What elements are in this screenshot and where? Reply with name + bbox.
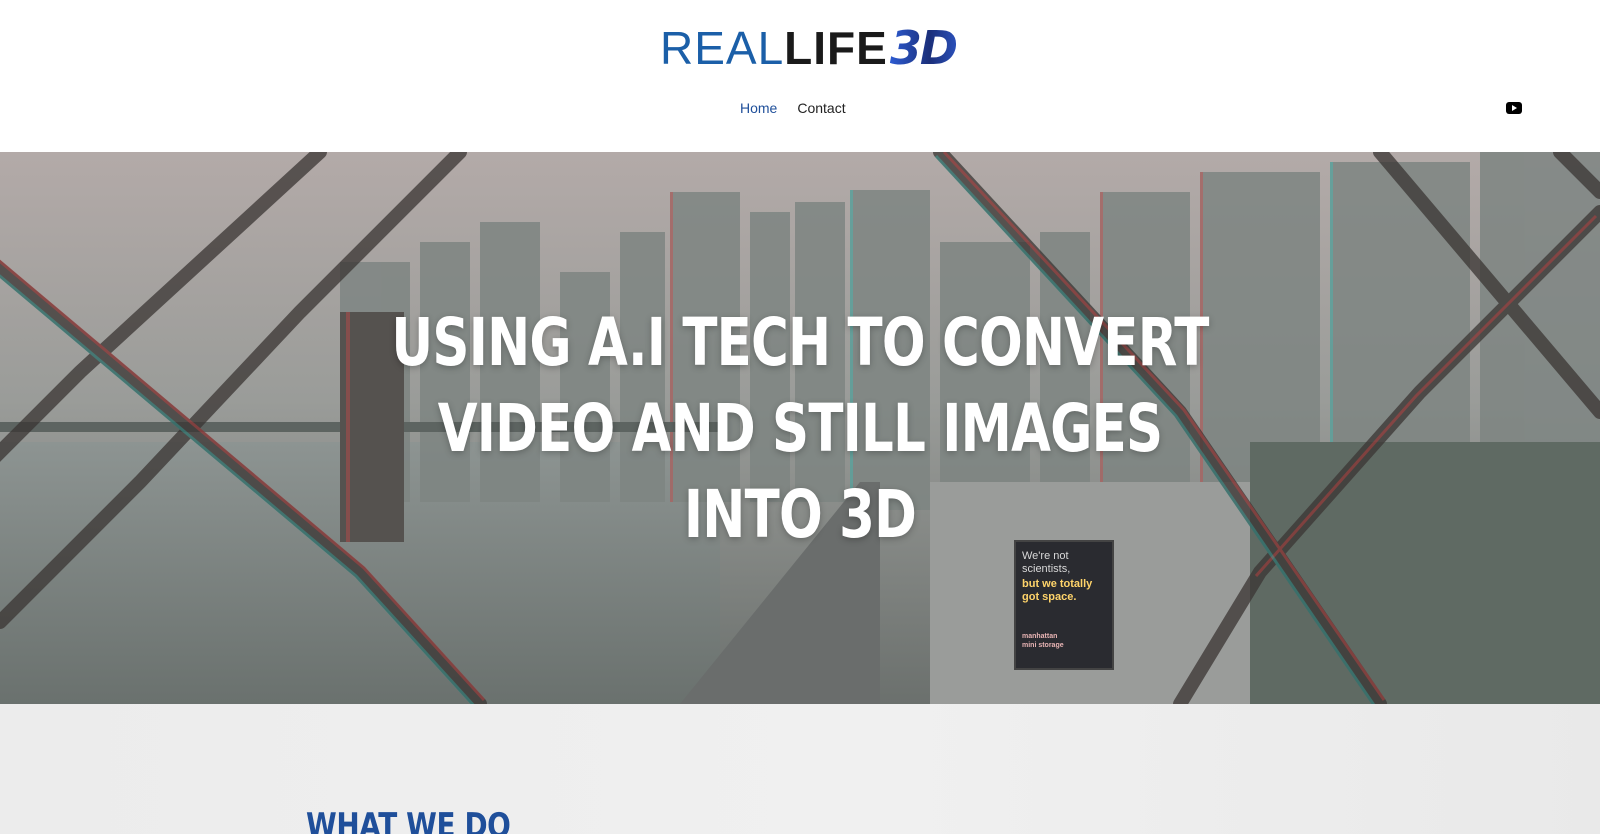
- nav-item-home[interactable]: Home: [740, 100, 777, 116]
- site-logo[interactable]: REAL LIFE 3D: [660, 21, 958, 75]
- logo-real-text: REAL: [660, 22, 785, 74]
- section-title: What we do: [306, 806, 511, 834]
- hero-heading-line-2: video and still images: [437, 390, 1163, 467]
- billboard-text-1b: scientists,: [1022, 563, 1071, 575]
- logo-life-text: LIFE: [784, 22, 888, 74]
- logo-3d-text: 3D: [889, 21, 958, 75]
- billboard-brand-b: mini storage: [1022, 642, 1064, 649]
- hero-heading-line-3: into 3D: [683, 476, 917, 553]
- nav-item-contact[interactable]: Contact: [797, 100, 845, 116]
- site-header: REAL LIFE 3D Home Contact: [0, 0, 1600, 152]
- billboard-brand-a: manhattan: [1022, 633, 1058, 640]
- hero-heading-line-1: Using A.I tech to convert: [391, 304, 1209, 381]
- what-we-do-section: What we do: [0, 704, 1600, 834]
- main-nav: Home Contact: [740, 100, 846, 116]
- billboard-text-1a: We're not: [1022, 550, 1069, 562]
- youtube-icon[interactable]: [1506, 102, 1522, 114]
- billboard: We're not scientists, but we totally got…: [1014, 540, 1114, 670]
- hero-banner: Using A.I tech to convert video and stil…: [0, 152, 1600, 704]
- hero-heading: Using A.I tech to convert video and stil…: [176, 300, 1424, 558]
- billboard-text-2a: but we totally: [1022, 578, 1093, 590]
- billboard-text-2b: got space.: [1022, 591, 1077, 603]
